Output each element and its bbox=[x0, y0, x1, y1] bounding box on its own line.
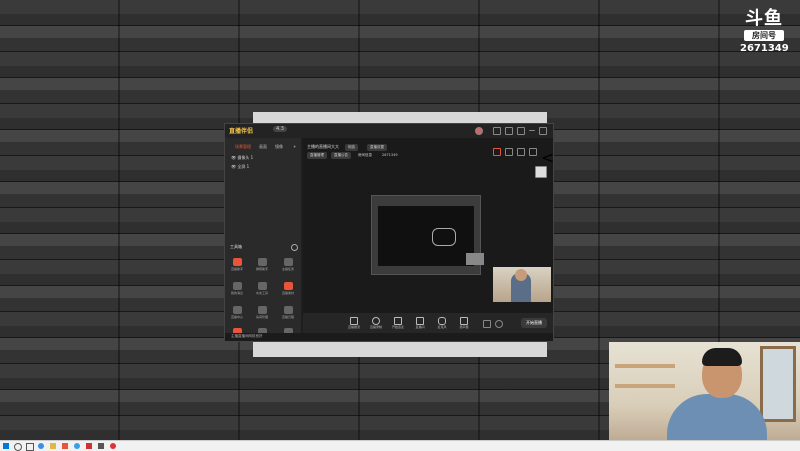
bell-icon bbox=[257, 258, 267, 266]
pill-room-id: 2671349 bbox=[382, 153, 398, 157]
streaming-app-window: 直播伴侣 4.3 场景管理 画面 镜像 + 👁 摄像头 1 👁 全屏 1 工具箱… bbox=[224, 123, 554, 342]
room-settings-button[interactable]: 直播设置 bbox=[367, 144, 387, 151]
start-menu-icon[interactable] bbox=[3, 443, 9, 449]
share-icon[interactable]: < bbox=[541, 148, 554, 167]
box-icon bbox=[283, 282, 293, 290]
folder-icon[interactable] bbox=[50, 443, 56, 449]
scene-label: 摄像头 1 bbox=[237, 155, 254, 160]
clock-icon bbox=[232, 306, 242, 314]
scene-label: 全屏 1 bbox=[237, 164, 250, 169]
mic-link-button[interactable]: 开始连麦 bbox=[391, 317, 405, 329]
record-app-icon[interactable] bbox=[110, 443, 116, 449]
streamer-hair bbox=[702, 348, 742, 366]
preview-content bbox=[378, 206, 484, 266]
avatar-icon[interactable] bbox=[475, 127, 483, 135]
category-badge[interactable]: 网游 bbox=[345, 144, 358, 151]
camera-toggle-icon[interactable] bbox=[483, 320, 491, 328]
volume-icon[interactable] bbox=[529, 148, 537, 156]
qr-code-icon[interactable] bbox=[535, 166, 547, 178]
record-toggle-icon[interactable] bbox=[493, 148, 501, 156]
pill-live-manage[interactable]: 直播管理 bbox=[307, 152, 327, 159]
pip-head bbox=[515, 269, 527, 281]
shelf bbox=[615, 384, 675, 388]
calendar-icon bbox=[283, 306, 293, 314]
live-room-button[interactable]: 直播间 bbox=[413, 317, 427, 329]
app-version-badge[interactable]: 4.3 bbox=[273, 126, 287, 132]
chat-icon bbox=[232, 282, 242, 290]
left-sidebar: 场景管理 画面 镜像 + 👁 摄像头 1 👁 全屏 1 工具箱 直播助手 弹幕助… bbox=[225, 138, 301, 341]
tool-messages[interactable]: 我的消息 bbox=[228, 282, 246, 295]
link-icon bbox=[394, 317, 402, 325]
preview-camera bbox=[466, 253, 484, 265]
tool-schedule[interactable]: 直播日程 bbox=[279, 306, 297, 319]
speaker-button[interactable]: 扬声器 bbox=[457, 317, 471, 329]
stream-title[interactable]: 主播的直播间大大 bbox=[307, 144, 339, 150]
preview-shape bbox=[432, 228, 456, 246]
settings-icon[interactable] bbox=[505, 127, 513, 135]
obs-icon[interactable] bbox=[98, 443, 104, 449]
bottom-toolbar: 直播推流 直播录制 开始连麦 直播间 麦克风 扬声器 开始直播 bbox=[303, 313, 553, 333]
tv-icon bbox=[416, 317, 424, 325]
room-id: 2671349 bbox=[740, 43, 789, 54]
webcam-overlay bbox=[609, 342, 800, 450]
window-frame bbox=[760, 346, 796, 422]
nested-screen-preview bbox=[371, 195, 484, 275]
status-bar: 主播直播间网络良好 bbox=[225, 333, 553, 341]
media-app-icon[interactable] bbox=[86, 443, 92, 449]
microphone-button[interactable]: 麦克风 bbox=[435, 317, 449, 329]
close-icon[interactable] bbox=[539, 127, 547, 135]
app-logo: 直播伴侣 bbox=[229, 128, 254, 135]
start-live-button[interactable]: 开始直播 bbox=[521, 318, 547, 328]
tool-live-center[interactable]: 直播中心 bbox=[228, 306, 246, 319]
gift-icon bbox=[283, 258, 293, 266]
windows-taskbar bbox=[0, 440, 800, 451]
tool-fans[interactable]: 水友工具 bbox=[253, 282, 271, 295]
scene-item-fullscreen[interactable]: 👁 全屏 1 bbox=[231, 164, 249, 170]
notification-icon[interactable] bbox=[493, 127, 501, 135]
record-icon bbox=[232, 258, 242, 266]
room-label: 房间号 bbox=[744, 30, 784, 41]
scene-item-camera[interactable]: 👁 摄像头 1 bbox=[231, 155, 253, 161]
browser-icon[interactable] bbox=[38, 443, 44, 449]
tab-canvas[interactable]: 画面 bbox=[259, 144, 267, 150]
douyu-watermark: 斗鱼 房间号 2671349 bbox=[740, 8, 789, 55]
tool-live-assistant[interactable]: 直播助手 bbox=[228, 258, 246, 271]
push-stream-button[interactable]: 直播推流 bbox=[347, 317, 361, 329]
pill-room-info: 房间信息 bbox=[358, 153, 372, 157]
toolbox-label: 工具箱 bbox=[230, 244, 242, 249]
douyu-app-icon[interactable] bbox=[62, 443, 68, 449]
speaker-icon bbox=[460, 317, 468, 325]
status-text: 主播直播间网络良好 bbox=[231, 334, 263, 338]
minimize-icon[interactable] bbox=[529, 127, 535, 131]
tool-danmaku[interactable]: 弹幕助手 bbox=[253, 258, 271, 271]
record-button[interactable]: 直播录制 bbox=[369, 317, 383, 329]
lock-icon[interactable] bbox=[505, 148, 513, 156]
menu-icon[interactable] bbox=[517, 127, 525, 135]
screenshot-icon[interactable] bbox=[517, 148, 525, 156]
microphone-icon bbox=[438, 317, 446, 325]
chat-app-icon[interactable] bbox=[74, 443, 80, 449]
toolbox-toggle-icon[interactable] bbox=[291, 244, 298, 251]
record-icon bbox=[372, 317, 380, 325]
app-title-bar: 直播伴侣 4.3 bbox=[225, 124, 553, 138]
tab-scene-manage[interactable]: 场景管理 bbox=[235, 144, 251, 150]
pill-announcement[interactable]: 直播公告 bbox=[331, 152, 351, 159]
shelf bbox=[615, 364, 675, 368]
add-scene-icon[interactable]: + bbox=[293, 144, 296, 149]
tool-materials[interactable]: 直播素材 bbox=[279, 282, 297, 295]
download-icon bbox=[257, 306, 267, 314]
pip-camera-preview bbox=[493, 267, 551, 302]
user-icon bbox=[257, 282, 267, 290]
push-stream-icon bbox=[350, 317, 358, 325]
tab-mirror[interactable]: 镜像 bbox=[275, 144, 283, 150]
settings-gear-icon[interactable] bbox=[495, 320, 503, 328]
tool-room-manage[interactable]: 房间管理 bbox=[253, 306, 271, 319]
douyu-logo: 斗鱼 bbox=[745, 8, 783, 29]
tool-tasks[interactable]: 主播任务 bbox=[279, 258, 297, 271]
